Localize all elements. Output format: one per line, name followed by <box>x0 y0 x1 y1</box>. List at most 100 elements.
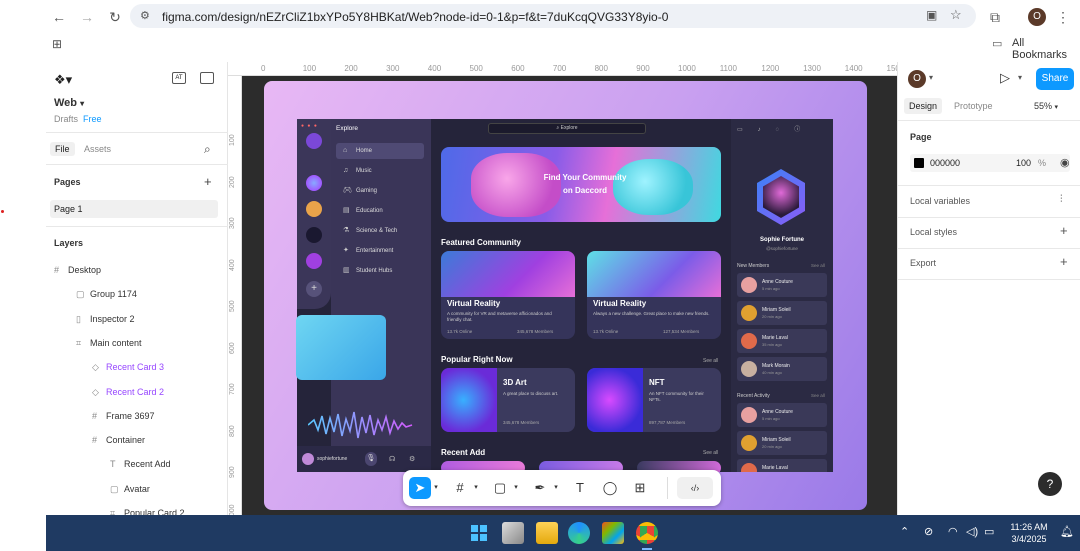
new-members-see-all[interactable]: See all <box>811 263 825 268</box>
add-export-icon[interactable]: + <box>1060 254 1068 269</box>
headphones-icon[interactable]: ☊ <box>389 455 395 463</box>
member-row[interactable]: Miriam Soleil 20 min ago <box>737 431 827 455</box>
chevron-down-icon[interactable]: ▾ <box>431 477 441 499</box>
tab-file[interactable]: File <box>50 142 75 156</box>
color-swatch[interactable] <box>914 158 924 168</box>
opacity-value[interactable]: 100 <box>1016 158 1031 168</box>
chevron-down-icon[interactable]: ▾ <box>551 477 561 499</box>
page-item-page1[interactable]: Page 1 <box>50 200 218 218</box>
info-icon[interactable]: ⓘ <box>794 127 815 133</box>
pen-tool-icon[interactable]: ✒ <box>529 477 551 499</box>
comment-tool-icon[interactable]: ◯ <box>599 477 621 499</box>
figma-menu-icon[interactable]: ❖▾ <box>54 72 72 88</box>
move-tool-icon[interactable]: ➤ <box>409 477 431 499</box>
chat-icon[interactable]: ◌ <box>776 127 795 133</box>
nav-item[interactable]: ▤ Education <box>336 203 424 219</box>
menu-kebab-icon[interactable]: ⋮ <box>1054 8 1072 26</box>
layer-item[interactable]: ▢ Group 1174 <box>76 289 137 300</box>
featured-card[interactable]: Virtual Reality A community for VR and me… <box>441 251 575 339</box>
explore-search[interactable]: ⌕ Explore <box>488 123 646 134</box>
tab-assets[interactable]: Assets <box>84 144 111 154</box>
variables-icon[interactable]: ⫶ <box>1060 194 1063 205</box>
logo-icon[interactable] <box>306 133 322 149</box>
gradient-rectangle[interactable] <box>296 315 386 380</box>
chevron-down-icon[interactable]: ▾ <box>1018 73 1022 82</box>
layer-item[interactable]: ⌗ Main content <box>76 338 142 349</box>
page-color-hex[interactable]: 000000 <box>930 158 960 168</box>
member-row[interactable]: Miriam Soleil 20 min ago <box>737 301 827 325</box>
popular-see-all[interactable]: See all <box>703 358 718 364</box>
add-style-icon[interactable]: + <box>1060 223 1068 238</box>
layer-item[interactable]: ▯ Inspector 2 <box>76 314 135 325</box>
member-row[interactable]: Anne Couture 5 min ago <box>737 273 827 297</box>
profile-avatar[interactable]: O <box>1028 8 1046 26</box>
design-canvas[interactable]: 0 100 200 300 400 500 600 700 800 900 1000 1100 1200… <box>228 62 897 515</box>
hero-banner[interactable]: Find Your Community on Daccord <box>441 147 721 222</box>
member-row[interactable]: Mark Morain 40 min ago <box>737 357 827 381</box>
tab-design[interactable]: Design <box>904 98 943 114</box>
layer-item[interactable]: # Frame 3697 <box>92 411 155 421</box>
nav-item[interactable]: ♫ Music <box>336 163 424 179</box>
ai-icon[interactable]: AT <box>172 72 186 84</box>
clock[interactable]: 11:26 AM 3/4/2025 <box>1004 521 1054 545</box>
server-icon-1[interactable] <box>306 175 322 191</box>
user-avatar[interactable]: O <box>908 70 926 88</box>
member-row[interactable]: Marie Laval35 min ago <box>737 459 827 472</box>
frame-tool-icon[interactable]: # <box>449 477 471 499</box>
member-row[interactable]: Anne Couture 5 min ago <box>737 403 827 427</box>
user-avatar[interactable] <box>302 453 314 465</box>
eye-icon[interactable]: ◉ <box>1060 156 1070 169</box>
file-explorer-icon[interactable] <box>536 522 558 544</box>
nav-item[interactable]: ▥ Student Hubs <box>336 263 424 279</box>
recent-activity-see-all[interactable]: See all <box>811 393 825 398</box>
recent-see-all[interactable]: See all <box>703 450 718 456</box>
member-row[interactable]: Marie Laval35 min ago <box>737 329 827 353</box>
site-settings-icon[interactable]: ⚙ <box>140 9 150 22</box>
layer-item[interactable]: # Container <box>92 435 145 445</box>
store-icon[interactable] <box>602 522 624 544</box>
actions-tool-icon[interactable]: ⊞ <box>629 477 651 499</box>
apps-grid-icon[interactable]: ⊞ <box>52 37 62 51</box>
popular-card[interactable]: NFT An NFT community for their NFTs. 897,7… <box>587 368 721 432</box>
server-icon-2[interactable] <box>306 201 322 217</box>
back-icon[interactable]: ← <box>50 8 68 26</box>
nav-item[interactable]: ⌂ Home <box>336 143 424 159</box>
chevron-down-icon[interactable]: ▾ <box>929 73 933 82</box>
server-icon-3[interactable] <box>306 227 322 243</box>
settings-icon[interactable]: ⚙ <box>409 455 415 463</box>
chevron-up-icon[interactable]: ⌃ <box>900 525 909 538</box>
notification-bell-icon[interactable]: 🔔︎ <box>1060 525 1074 538</box>
popular-card[interactable]: 3D Art A great place to discuss art. 345,6… <box>441 368 575 432</box>
text-tool-icon[interactable]: T <box>569 477 591 499</box>
layer-item[interactable]: T Recent Add <box>110 459 171 469</box>
help-button[interactable]: ? <box>1038 472 1062 496</box>
bookmark-star-icon[interactable]: ☆ <box>950 7 962 23</box>
chevron-down-icon[interactable]: ▾ <box>511 477 521 499</box>
page-fill-row[interactable]: 000000 100 % <box>910 154 1070 172</box>
network-off-icon[interactable]: ⊘ <box>924 525 933 538</box>
nav-item[interactable]: ⚗ Science & Tech <box>336 223 424 239</box>
featured-card[interactable]: Virtual Reality Always a new challenge. G… <box>587 251 721 339</box>
nav-item[interactable]: ✦ Entertainment <box>336 243 424 259</box>
dev-mode-toggle-icon[interactable]: ‹/› <box>677 477 713 499</box>
chrome-icon[interactable] <box>636 522 658 544</box>
inbox-icon[interactable]: ▭ <box>737 127 758 133</box>
bell-icon[interactable]: ♪ <box>758 127 776 133</box>
wifi-icon[interactable]: ◠ <box>948 525 958 538</box>
layer-item[interactable]: # Desktop <box>54 265 101 275</box>
tab-prototype[interactable]: Prototype <box>954 101 993 111</box>
drafts-label[interactable]: Drafts Free <box>54 114 102 124</box>
battery-icon[interactable]: ▭ <box>984 525 994 538</box>
sidebar-toggle-icon[interactable] <box>200 72 214 84</box>
share-button[interactable]: Share <box>1036 68 1074 90</box>
nav-item[interactable]: 🎮︎ Gaming <box>336 183 424 199</box>
zoom-level[interactable]: 55% ▾ <box>1034 101 1058 111</box>
windows-start-icon[interactable] <box>468 522 490 544</box>
local-styles-label[interactable]: Local styles <box>910 227 957 237</box>
present-play-icon[interactable]: ▷ <box>1000 70 1010 86</box>
volume-icon[interactable]: ◁) <box>966 525 978 538</box>
extensions-icon[interactable]: ⧉ <box>986 8 1004 26</box>
search-icon[interactable]: ⌕ <box>204 142 211 157</box>
all-bookmarks-link[interactable]: All Bookmarks <box>1012 37 1080 61</box>
edge-icon[interactable] <box>568 522 590 544</box>
